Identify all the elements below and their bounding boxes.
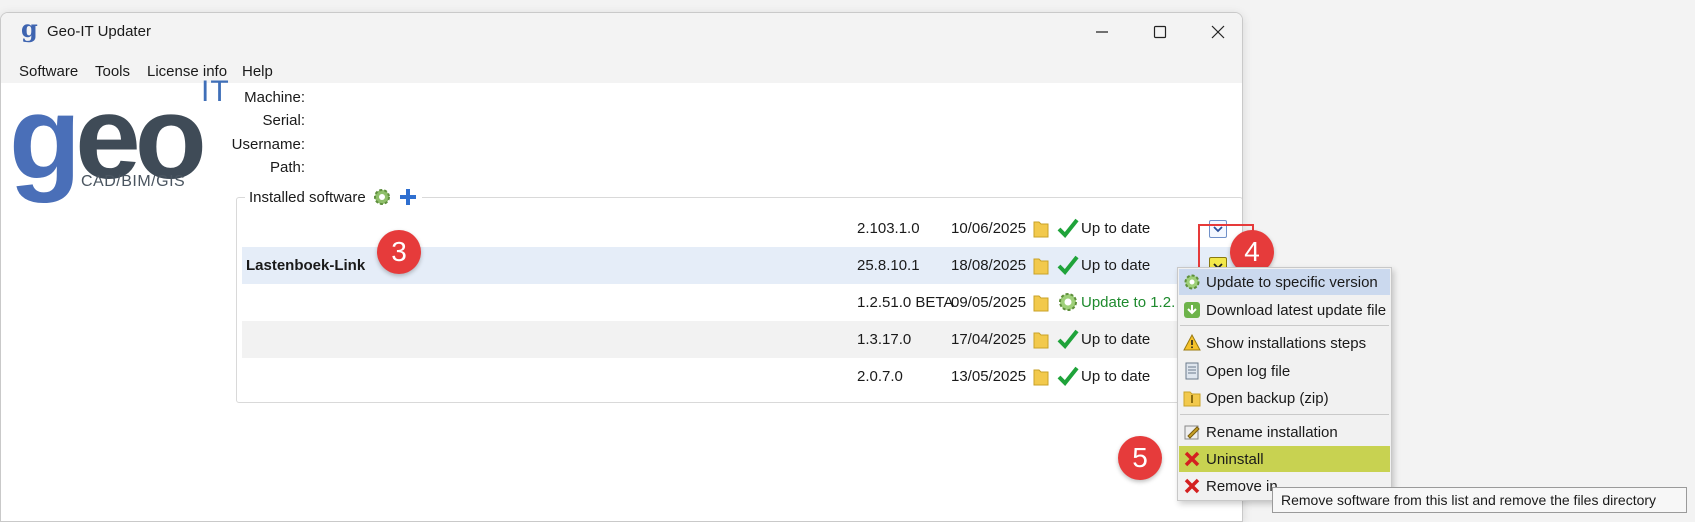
folder-icon[interactable] (1033, 255, 1049, 275)
username-label: Username: (231, 136, 305, 153)
window-title: Geo-IT Updater (47, 23, 151, 40)
menu-item-open-backup[interactable]: Open backup (zip) (1179, 385, 1390, 411)
menu-item-update-specific-version[interactable]: Update to specific version (1179, 269, 1390, 295)
status-cell: Up to date (1081, 331, 1151, 348)
add-software-icon[interactable] (398, 187, 418, 207)
status-cell-update[interactable]: Update to 1.2. (1081, 294, 1175, 311)
software-row[interactable]: 1.3.17.0 17/04/2025 Up to date (242, 321, 1240, 358)
status-cell: Up to date (1081, 368, 1151, 385)
machine-label: Machine: (244, 89, 305, 106)
serial-label: Serial: (262, 112, 305, 129)
minimize-icon (1096, 31, 1108, 33)
date-cell: 09/05/2025 (951, 294, 1027, 311)
menu-separator (1180, 414, 1389, 415)
rename-icon (1184, 425, 1200, 440)
close-icon (1211, 25, 1225, 39)
folder-icon[interactable] (1033, 292, 1049, 312)
app-window: g Geo-IT Updater Software Tools License … (0, 12, 1243, 522)
menu-item-uninstall[interactable]: Uninstall (1179, 446, 1390, 472)
menu-item-show-installation-steps[interactable]: Show installations steps (1179, 330, 1390, 356)
status-cell: Up to date (1081, 257, 1151, 274)
date-cell: 18/08/2025 (951, 257, 1027, 274)
red-x-icon (1184, 478, 1200, 494)
check-icon (1057, 218, 1079, 238)
logo-subtitle: CAD/BIM/GIS (81, 173, 186, 190)
software-name-cell: Lastenboek-Link (246, 257, 366, 274)
warning-icon (1183, 334, 1201, 351)
maximize-icon (1153, 25, 1167, 39)
menu-item-download-update[interactable]: Download latest update file (1179, 297, 1390, 323)
check-icon (1057, 366, 1079, 386)
download-icon (1184, 302, 1200, 318)
path-label: Path: (269, 159, 305, 176)
log-file-icon (1185, 362, 1199, 380)
close-button[interactable] (1189, 13, 1242, 51)
menu-item-rename-installation[interactable]: Rename installation (1179, 419, 1390, 445)
folder-icon[interactable] (1033, 329, 1049, 349)
installed-software-header: Installed software (245, 187, 422, 207)
check-icon (1057, 329, 1079, 349)
version-cell: 1.3.17.0 (857, 331, 912, 348)
geo-app-icon: g (21, 14, 38, 43)
row-context-menu: Update to specific version Download late… (1177, 267, 1392, 501)
title-bar[interactable]: g Geo-IT Updater (1, 13, 1242, 51)
status-cell: Up to date (1081, 220, 1151, 237)
date-cell: 10/06/2025 (951, 220, 1027, 237)
version-cell: 2.103.1.0 (857, 220, 920, 237)
check-icon (1057, 255, 1079, 275)
software-row[interactable]: 2.0.7.0 13/05/2025 Up to date (242, 358, 1240, 395)
red-x-icon (1184, 451, 1200, 467)
menu-item-open-log-file[interactable]: Open log file (1179, 358, 1390, 384)
date-cell: 13/05/2025 (951, 368, 1027, 385)
step-badge-5: 5 (1118, 436, 1162, 480)
installed-software-title: Installed software (249, 188, 366, 206)
date-cell: 17/04/2025 (951, 331, 1027, 348)
folder-icon[interactable] (1033, 366, 1049, 386)
minimize-button[interactable] (1073, 13, 1131, 51)
zip-folder-icon (1183, 391, 1201, 407)
tooltip: Remove software from this list and remov… (1272, 487, 1687, 513)
refresh-gear-icon[interactable] (372, 187, 392, 207)
version-cell: 1.2.51.0 BETA (857, 294, 954, 311)
step-badge-3: 3 (377, 230, 421, 274)
version-cell: 25.8.10.1 (857, 257, 920, 274)
main-content: geo IT CAD/BIM/GIS Machine: Serial: User… (1, 73, 1242, 521)
version-cell: 2.0.7.0 (857, 368, 903, 385)
maximize-button[interactable] (1131, 13, 1189, 51)
menu-help[interactable]: Help (242, 63, 273, 80)
software-row[interactable]: 1.2.51.0 BETA 09/05/2025 Update to 1.2. (242, 284, 1240, 321)
folder-icon[interactable] (1033, 218, 1049, 238)
update-gear-icon (1184, 274, 1200, 290)
menu-separator (1180, 325, 1389, 326)
update-gear-icon (1059, 293, 1077, 311)
